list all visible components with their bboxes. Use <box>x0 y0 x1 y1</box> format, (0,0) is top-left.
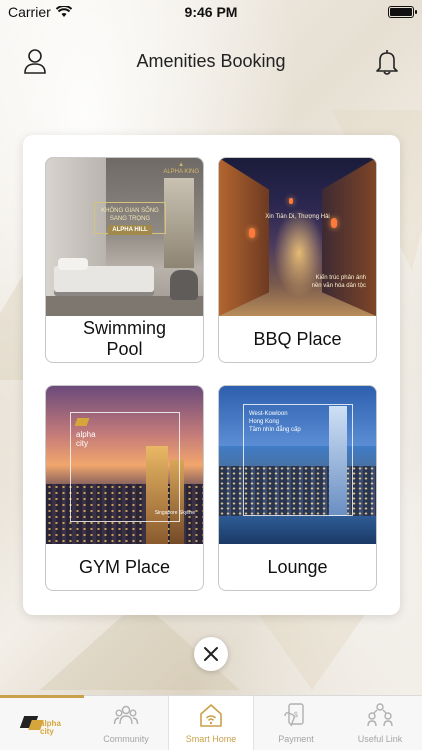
page-title: Amenities Booking <box>136 51 286 71</box>
smart-home-icon <box>200 704 222 727</box>
image-caption: Singapore Skyline <box>154 510 195 516</box>
amenities-card: KHÔNG GIAN SỐNG SANG TRỌNG ALPHA HILL ▲ A… <box>23 135 400 615</box>
svg-text:$: $ <box>293 710 298 719</box>
amenity-tile-lounge[interactable]: West-Kowloon Hong Kong Tầm nhìn đẳng cấp… <box>218 385 377 591</box>
bell-icon <box>376 50 398 75</box>
tab-home[interactable]: alpha city <box>0 695 84 750</box>
amenity-image-bbq-place: Xin Tiān Di, Thượng Hải Kiến trúc phản á… <box>219 158 376 316</box>
image-caption: Kiến trúc phản ánh nền văn hóa dân tộc <box>311 275 366 289</box>
close-button[interactable] <box>194 637 228 671</box>
header: Amenities Booking <box>0 40 422 84</box>
amenity-tile-swimming-pool[interactable]: KHÔNG GIAN SỐNG SANG TRỌNG ALPHA HILL ▲ A… <box>45 157 204 363</box>
tab-label: Payment <box>278 734 314 744</box>
image-caption: West-Kowloon Hong Kong Tầm nhìn đẳng cấp <box>249 411 301 433</box>
image-brand-logo: ▲ ALPHA KING <box>163 162 199 175</box>
image-caption: Xin Tiān Di, Thượng Hải <box>265 214 330 220</box>
amenity-label: BBQ Place <box>253 328 342 349</box>
payment-icon: $ <box>284 703 304 727</box>
amenity-tile-gym-place[interactable]: alpha city Singapore Skyline GYM Place <box>45 385 204 591</box>
tab-label: Smart Home <box>185 734 237 744</box>
community-icon <box>113 705 139 725</box>
tab-label: Community <box>103 734 149 744</box>
image-banner: KHÔNG GIAN SỐNG SANG TRỌNG ALPHA HILL <box>94 202 166 235</box>
battery-icon <box>388 6 417 18</box>
status-time: 9:46 PM <box>184 4 238 20</box>
amenity-label: GYM Place <box>78 556 171 577</box>
tab-useful-link[interactable]: Useful Link <box>338 696 422 750</box>
amenity-tile-bbq-place[interactable]: Xin Tiān Di, Thượng Hải Kiến trúc phản á… <box>218 157 377 363</box>
amenity-label: Swimming Pool <box>82 318 166 359</box>
tab-bar: alpha city Community Smart Home $ Paymen… <box>0 695 422 750</box>
amenity-image-swimming-pool: KHÔNG GIAN SỐNG SANG TRỌNG ALPHA HILL ▲ A… <box>46 158 203 316</box>
amenity-label: Lounge <box>267 556 328 577</box>
close-icon <box>204 647 218 661</box>
notifications-button[interactable] <box>372 46 402 76</box>
tab-community[interactable]: Community <box>84 696 168 750</box>
tab-label: Useful Link <box>357 734 403 744</box>
status-bar: Carrier 9:46 PM <box>0 0 422 24</box>
tab-payment[interactable]: $ Payment <box>254 696 338 750</box>
useful-link-icon <box>367 703 393 727</box>
image-logo: alpha city <box>74 418 96 448</box>
amenity-image-gym-place: alpha city Singapore Skyline <box>46 386 203 544</box>
tab-smart-home[interactable]: Smart Home <box>168 696 254 750</box>
home-logo-text: alpha city <box>40 719 61 736</box>
amenity-image-lounge: West-Kowloon Hong Kong Tầm nhìn đẳng cấp <box>219 386 376 544</box>
